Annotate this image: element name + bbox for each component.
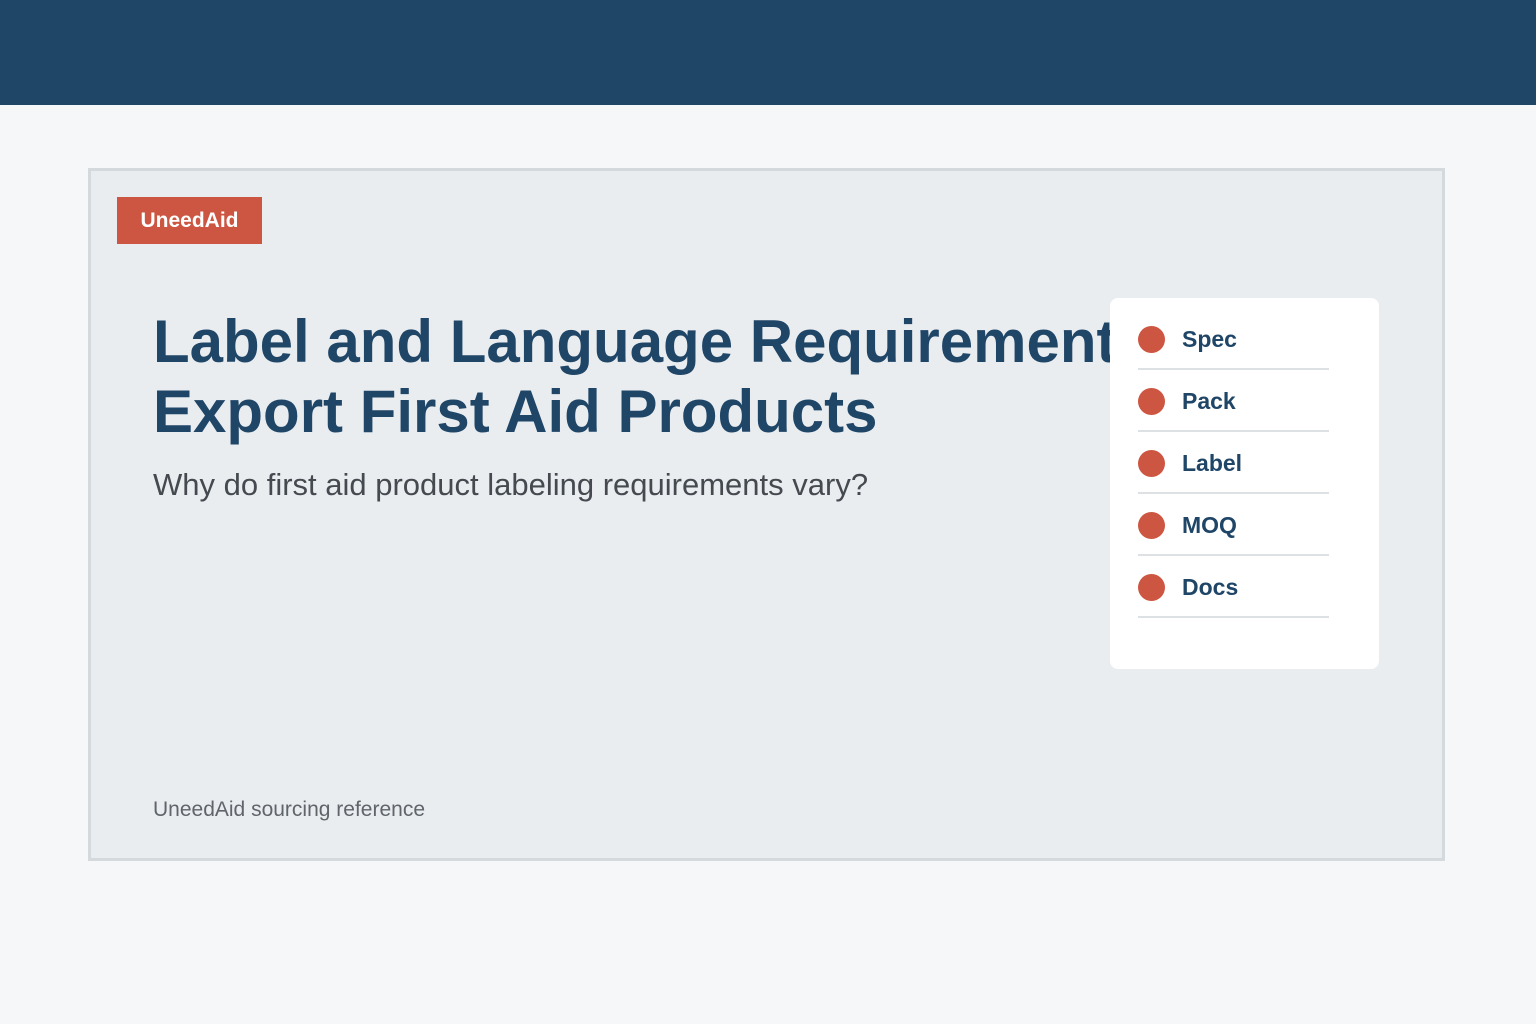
bullet-dot-icon	[1138, 574, 1165, 601]
bullet-dot-icon	[1138, 388, 1165, 415]
topic-list: Spec Pack Label MOQ Docs	[1138, 308, 1329, 618]
page-subtitle: Why do first aid product labeling requir…	[153, 467, 869, 502]
page-title-line-1: Label and Language Requirements	[153, 308, 1150, 375]
topic-item-label: Pack	[1182, 388, 1236, 414]
bullet-dot-icon	[1138, 450, 1165, 477]
topic-item-label: Docs	[1182, 574, 1239, 600]
topic-item-label: MOQ	[1182, 512, 1237, 538]
topic-panel: Spec Pack Label MOQ Docs	[1110, 298, 1379, 669]
topic-item-spec: Spec	[1138, 308, 1329, 370]
content-card: UneedAid Label and Language Requirements…	[88, 168, 1445, 861]
topic-item-label: Label	[1182, 450, 1243, 476]
topic-item-label: Label	[1138, 432, 1329, 494]
bullet-dot-icon	[1138, 512, 1165, 539]
topic-item-docs: Docs	[1138, 556, 1329, 618]
topic-item-label: Spec	[1182, 326, 1237, 352]
page-title-line-2: Export First Aid Products	[153, 378, 878, 445]
topic-item-pack: Pack	[1138, 370, 1329, 432]
top-header-bar	[0, 0, 1536, 105]
bullet-dot-icon	[1138, 326, 1165, 353]
footer-note: UneedAid sourcing reference	[153, 798, 425, 821]
topic-item-moq: MOQ	[1138, 494, 1329, 556]
page-title: Label and Language Requirements Export F…	[153, 307, 1153, 447]
brand-badge: UneedAid	[117, 197, 262, 244]
